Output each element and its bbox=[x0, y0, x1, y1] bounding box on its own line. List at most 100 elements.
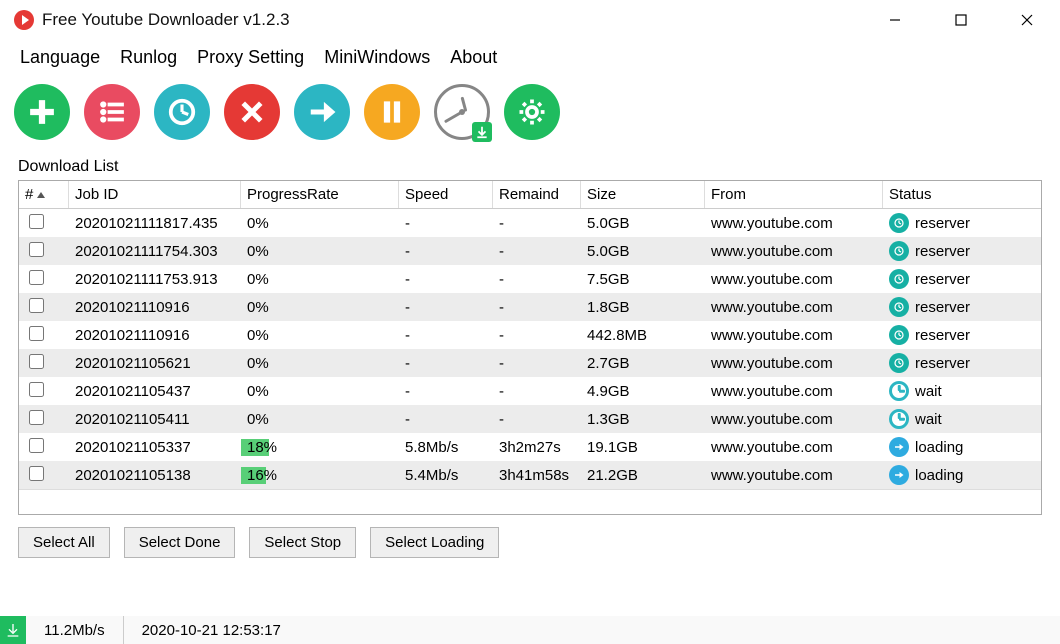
table-row[interactable]: 20201021111817.4350%--5.0GBwww.youtube.c… bbox=[19, 209, 1041, 237]
row-checkbox[interactable] bbox=[29, 298, 44, 313]
settings-button[interactable] bbox=[504, 84, 560, 140]
statusbar-speed: 11.2Mb/s bbox=[26, 616, 124, 644]
menu-runlog[interactable]: Runlog bbox=[112, 43, 185, 72]
cell-size: 7.5GB bbox=[581, 271, 705, 288]
titlebar: Free Youtube Downloader v1.2.3 bbox=[0, 0, 1060, 40]
col-idx[interactable]: # bbox=[19, 181, 69, 208]
row-checkbox-cell bbox=[19, 466, 69, 485]
col-progress[interactable]: ProgressRate bbox=[241, 181, 399, 208]
table-row[interactable]: 2020102110513816%5.4Mb/s3h41m58s21.2GBww… bbox=[19, 461, 1041, 489]
row-checkbox[interactable] bbox=[29, 410, 44, 425]
cell-from: www.youtube.com bbox=[705, 439, 883, 456]
row-checkbox[interactable] bbox=[29, 270, 44, 285]
cell-speed: - bbox=[399, 411, 493, 428]
cell-size: 5.0GB bbox=[581, 243, 705, 260]
close-button[interactable] bbox=[994, 0, 1060, 40]
row-checkbox[interactable] bbox=[29, 438, 44, 453]
table-row[interactable]: 20201021111754.3030%--5.0GBwww.youtube.c… bbox=[19, 237, 1041, 265]
cell-size: 1.8GB bbox=[581, 299, 705, 316]
table-row[interactable]: 202010211109160%--442.8MBwww.youtube.com… bbox=[19, 321, 1041, 349]
status-text: reserver bbox=[915, 215, 970, 232]
cell-status: reserver bbox=[883, 269, 1041, 289]
list-button[interactable] bbox=[84, 84, 140, 140]
row-checkbox[interactable] bbox=[29, 354, 44, 369]
select-done-button[interactable]: Select Done bbox=[124, 527, 236, 558]
col-job[interactable]: Job ID bbox=[69, 181, 241, 208]
status-text: reserver bbox=[915, 243, 970, 260]
status-text: wait bbox=[915, 383, 942, 400]
wait-icon bbox=[889, 381, 909, 401]
add-button[interactable] bbox=[14, 84, 70, 140]
row-checkbox[interactable] bbox=[29, 242, 44, 257]
table-row[interactable]: 202010211054370%--4.9GBwww.youtube.comwa… bbox=[19, 377, 1041, 405]
status-text: reserver bbox=[915, 271, 970, 288]
row-checkbox[interactable] bbox=[29, 214, 44, 229]
select-all-button[interactable]: Select All bbox=[18, 527, 110, 558]
cell-size: 4.9GB bbox=[581, 383, 705, 400]
reserver-icon bbox=[889, 325, 909, 345]
status-text: reserver bbox=[915, 299, 970, 316]
cell-status: loading bbox=[883, 465, 1041, 485]
cell-from: www.youtube.com bbox=[705, 299, 883, 316]
row-checkbox[interactable] bbox=[29, 382, 44, 397]
timer-button[interactable] bbox=[154, 84, 210, 140]
cell-size: 19.1GB bbox=[581, 439, 705, 456]
maximize-button[interactable] bbox=[928, 0, 994, 40]
status-text: reserver bbox=[915, 355, 970, 372]
select-stop-button[interactable]: Select Stop bbox=[249, 527, 356, 558]
col-from[interactable]: From bbox=[705, 181, 883, 208]
statusbar-time: 2020-10-21 12:53:17 bbox=[124, 622, 299, 639]
cancel-button[interactable] bbox=[224, 84, 280, 140]
cell-progress: 0% bbox=[241, 243, 399, 260]
cell-speed: - bbox=[399, 355, 493, 372]
menu-miniwindows[interactable]: MiniWindows bbox=[316, 43, 438, 72]
table-row[interactable]: 202010211056210%--2.7GBwww.youtube.comre… bbox=[19, 349, 1041, 377]
cell-from: www.youtube.com bbox=[705, 327, 883, 344]
col-status[interactable]: Status bbox=[883, 181, 1041, 208]
cell-size: 21.2GB bbox=[581, 467, 705, 484]
row-checkbox-cell bbox=[19, 410, 69, 429]
row-checkbox-cell bbox=[19, 298, 69, 317]
status-text: loading bbox=[915, 439, 963, 456]
schedule-download-button[interactable] bbox=[434, 84, 490, 140]
row-checkbox[interactable] bbox=[29, 466, 44, 481]
cell-job: 20201021105621 bbox=[69, 355, 241, 372]
row-checkbox[interactable] bbox=[29, 326, 44, 341]
row-checkbox-cell bbox=[19, 242, 69, 261]
download-table: # Job ID ProgressRate Speed Remaind Size… bbox=[18, 180, 1042, 515]
minimize-button[interactable] bbox=[862, 0, 928, 40]
cell-from: www.youtube.com bbox=[705, 467, 883, 484]
col-speed[interactable]: Speed bbox=[399, 181, 493, 208]
table-row[interactable]: 2020102110533718%5.8Mb/s3h2m27s19.1GBwww… bbox=[19, 433, 1041, 461]
cell-speed: - bbox=[399, 271, 493, 288]
select-loading-button[interactable]: Select Loading bbox=[370, 527, 499, 558]
window-title: Free Youtube Downloader v1.2.3 bbox=[42, 10, 290, 30]
menu-language[interactable]: Language bbox=[12, 43, 108, 72]
col-remain[interactable]: Remaind bbox=[493, 181, 581, 208]
cell-speed: - bbox=[399, 383, 493, 400]
download-list-label: Download List bbox=[0, 148, 1060, 180]
cell-remain: - bbox=[493, 355, 581, 372]
row-checkbox-cell bbox=[19, 326, 69, 345]
menu-proxy-setting[interactable]: Proxy Setting bbox=[189, 43, 312, 72]
cell-status: reserver bbox=[883, 353, 1041, 373]
cell-status: reserver bbox=[883, 325, 1041, 345]
col-size[interactable]: Size bbox=[581, 181, 705, 208]
status-text: wait bbox=[915, 411, 942, 428]
cell-progress: 0% bbox=[241, 215, 399, 232]
table-row[interactable]: 202010211109160%--1.8GBwww.youtube.comre… bbox=[19, 293, 1041, 321]
cell-remain: - bbox=[493, 215, 581, 232]
cell-job: 20201021105138 bbox=[69, 467, 241, 484]
pause-button[interactable] bbox=[364, 84, 420, 140]
cell-job: 20201021111754.303 bbox=[69, 243, 241, 260]
cell-remain: - bbox=[493, 299, 581, 316]
cell-status: reserver bbox=[883, 213, 1041, 233]
download-indicator-icon bbox=[0, 616, 26, 644]
menu-about[interactable]: About bbox=[442, 43, 505, 72]
table-row[interactable]: 20201021111753.9130%--7.5GBwww.youtube.c… bbox=[19, 265, 1041, 293]
start-button[interactable] bbox=[294, 84, 350, 140]
cell-status: reserver bbox=[883, 297, 1041, 317]
row-checkbox-cell bbox=[19, 354, 69, 373]
table-row[interactable]: 202010211054110%--1.3GBwww.youtube.comwa… bbox=[19, 405, 1041, 433]
cell-from: www.youtube.com bbox=[705, 215, 883, 232]
